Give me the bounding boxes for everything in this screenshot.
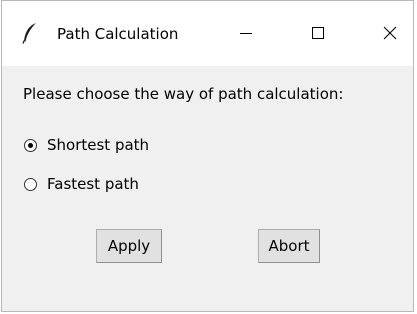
maximize-button[interactable] bbox=[297, 18, 339, 50]
dialog-content: Please choose the way of path calculatio… bbox=[2, 66, 413, 311]
close-icon bbox=[383, 25, 397, 44]
close-button[interactable] bbox=[369, 18, 411, 50]
feather-icon bbox=[22, 22, 38, 44]
radio-shortest-path[interactable]: Shortest path bbox=[24, 136, 149, 154]
abort-button[interactable]: Abort bbox=[258, 229, 320, 263]
prompt-label: Please choose the way of path calculatio… bbox=[23, 85, 344, 103]
minimize-icon bbox=[239, 25, 253, 44]
maximize-icon bbox=[311, 25, 325, 44]
dialog-window: Path Calculation Please choose the way o… bbox=[1, 0, 414, 312]
title-bar[interactable]: Path Calculation bbox=[2, 1, 413, 66]
apply-button[interactable]: Apply bbox=[96, 229, 162, 263]
radio-fastest-path[interactable]: Fastest path bbox=[24, 175, 139, 193]
window-title: Path Calculation bbox=[57, 25, 179, 43]
radio-label-fastest[interactable]: Fastest path bbox=[47, 175, 139, 193]
radio-dot bbox=[28, 142, 33, 148]
radio-button-selected[interactable] bbox=[24, 138, 37, 152]
radio-button-unselected[interactable] bbox=[24, 177, 37, 191]
radio-label-shortest[interactable]: Shortest path bbox=[47, 136, 149, 154]
minimize-button[interactable] bbox=[225, 18, 267, 50]
